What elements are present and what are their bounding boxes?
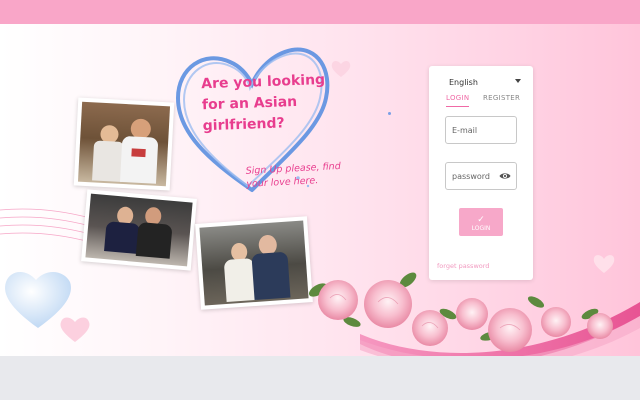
decorative-lines	[0, 208, 90, 243]
login-card: English LOGIN REGISTER ✓ LOGIN forget pa…	[429, 66, 533, 280]
forgot-password-link[interactable]: forget password	[437, 262, 489, 270]
top-bar	[0, 0, 640, 24]
login-button-label: LOGIN	[471, 224, 491, 232]
email-field[interactable]	[445, 116, 517, 144]
sparkle-dot	[388, 112, 391, 115]
couple-photo-2	[81, 189, 197, 271]
pink-heart-decoration-icon	[60, 317, 90, 342]
login-button[interactable]: ✓ LOGIN	[459, 208, 503, 236]
eye-icon[interactable]	[499, 171, 511, 181]
tab-login[interactable]: LOGIN	[446, 94, 470, 107]
tab-register[interactable]: REGISTER	[483, 94, 520, 102]
language-select[interactable]: English	[449, 78, 478, 87]
footer-bar	[0, 356, 640, 400]
check-icon: ✓	[477, 214, 485, 225]
hero-subline: Sign Up please, find your love here.	[245, 160, 342, 190]
couple-photo-1	[73, 97, 175, 191]
chevron-down-icon[interactable]	[515, 79, 521, 83]
hero-section: Are you looking for an Asian girlfriend?…	[0, 24, 640, 356]
couple-photo-3	[195, 216, 313, 310]
hero-headline: Are you looking for an Asian girlfriend?	[201, 71, 326, 135]
